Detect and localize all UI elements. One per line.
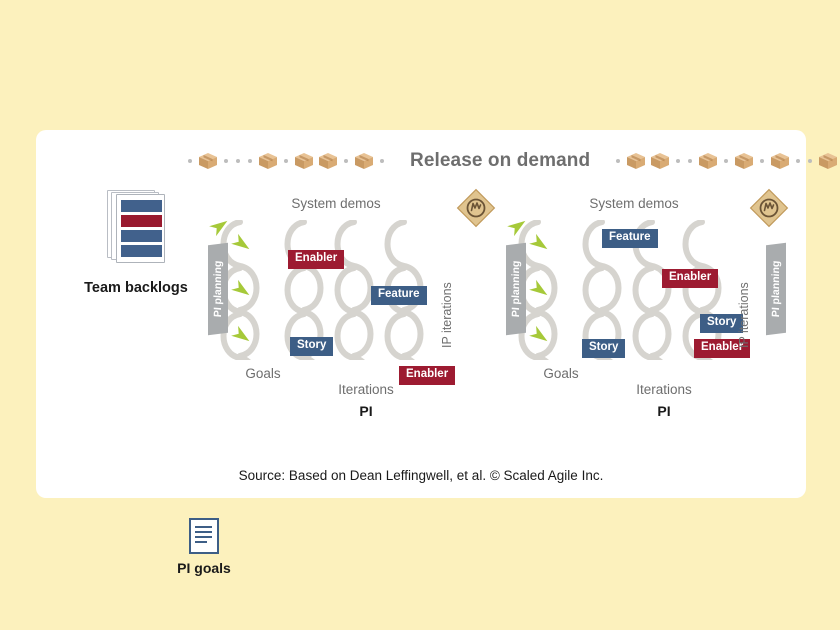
separator-dot-icon — [284, 159, 288, 163]
pi-planning-label-trailing: PI planning — [770, 259, 782, 319]
separator-dot-icon — [344, 159, 348, 163]
badge-enabler-1a[interactable]: Enabler — [288, 250, 345, 269]
separator-dot-icon — [724, 159, 729, 163]
package-box-icon — [735, 153, 754, 169]
package-box-icon — [819, 153, 838, 169]
package-box-icon — [319, 153, 337, 169]
pi-goals: PI goals — [172, 518, 236, 576]
separator-dot-icon — [808, 159, 813, 163]
package-box-icon — [355, 153, 373, 169]
separator-dot-icon — [248, 159, 252, 163]
package-box-icon — [651, 153, 670, 169]
backlog-bar-blue-3 — [120, 244, 163, 258]
package-box-icon — [699, 153, 718, 169]
separator-dot-icon — [380, 159, 384, 163]
badge-story-2b[interactable]: Story — [582, 339, 626, 358]
team-backlogs: Team backlogs — [76, 190, 196, 296]
program-increment-1: System demos PI planning Enabler Feature… — [196, 184, 476, 484]
team-backlogs-label: Team backlogs — [84, 280, 188, 296]
badge-feature-1a[interactable]: Feature — [371, 286, 427, 305]
package-box-icon — [199, 153, 217, 169]
backlog-sheet-front — [116, 194, 165, 263]
separator-dot-icon — [760, 159, 765, 163]
program-increment-2: System demos PI planning Feature Enabler… — [494, 184, 774, 484]
package-box-icon — [295, 153, 313, 169]
diagram-card: Release on demand Team backlogs System d… — [36, 130, 838, 576]
pi-planning-bar-2: PI planning — [506, 242, 526, 336]
badge-enabler-2a[interactable]: Enabler — [662, 269, 719, 288]
ip-iteration-diamond-icon-2 — [749, 188, 789, 228]
separator-dot-icon — [188, 159, 192, 163]
ip-iterations-label-2: IP iterations — [737, 282, 751, 348]
ip-iterations-label-1: IP iterations — [440, 282, 454, 348]
package-box-icon — [259, 153, 277, 169]
badge-story-1a[interactable]: Story — [290, 337, 334, 356]
package-train-right — [612, 152, 840, 170]
separator-dot-icon — [676, 159, 681, 163]
separator-dot-icon — [616, 159, 621, 163]
package-train-left — [184, 152, 388, 170]
doc-line-2 — [195, 531, 212, 533]
separator-dot-icon — [688, 159, 693, 163]
diagram-canvas: Release on demand Team backlogs System d… — [0, 0, 840, 630]
package-box-icon — [627, 153, 646, 169]
goals-label-1: Goals — [245, 366, 281, 381]
doc-line-3 — [195, 536, 212, 538]
iterations-label-2: Iterations — [636, 382, 692, 397]
stacked-backlog-icon — [107, 190, 165, 263]
package-box-icon — [771, 153, 790, 169]
source-attribution: Source: Based on Dean Leffingwell, et al… — [238, 468, 604, 483]
backlog-bar-blue-1 — [120, 199, 163, 213]
release-on-demand-row: Release on demand — [36, 144, 838, 178]
pi-planning-bar-trailing: PI planning — [766, 242, 786, 336]
backlog-bar-red — [120, 214, 163, 228]
release-on-demand-title: Release on demand — [410, 150, 591, 171]
ip-iteration-diamond-icon-1 — [456, 188, 496, 228]
doc-line-1 — [195, 526, 212, 528]
pi-label-2: PI — [657, 403, 671, 419]
system-demos-label-2: System demos — [589, 196, 679, 211]
pi-label-1: PI — [359, 403, 373, 419]
doc-line-4 — [195, 541, 207, 543]
pi-goals-label: PI goals — [177, 560, 231, 576]
system-demos-label-1: System demos — [291, 196, 381, 211]
backlog-bar-blue-2 — [120, 229, 163, 243]
pi-planning-label-1: PI planning — [212, 259, 224, 319]
iterations-label-1: Iterations — [338, 382, 394, 397]
document-lines-icon — [189, 518, 219, 554]
pi-planning-bar-1: PI planning — [208, 242, 228, 336]
badge-feature-2a[interactable]: Feature — [602, 229, 658, 248]
goals-label-2: Goals — [543, 366, 579, 381]
pi-planning-label-2: PI planning — [510, 259, 522, 319]
separator-dot-icon — [796, 159, 801, 163]
separator-dot-icon — [224, 159, 228, 163]
separator-dot-icon — [236, 159, 240, 163]
